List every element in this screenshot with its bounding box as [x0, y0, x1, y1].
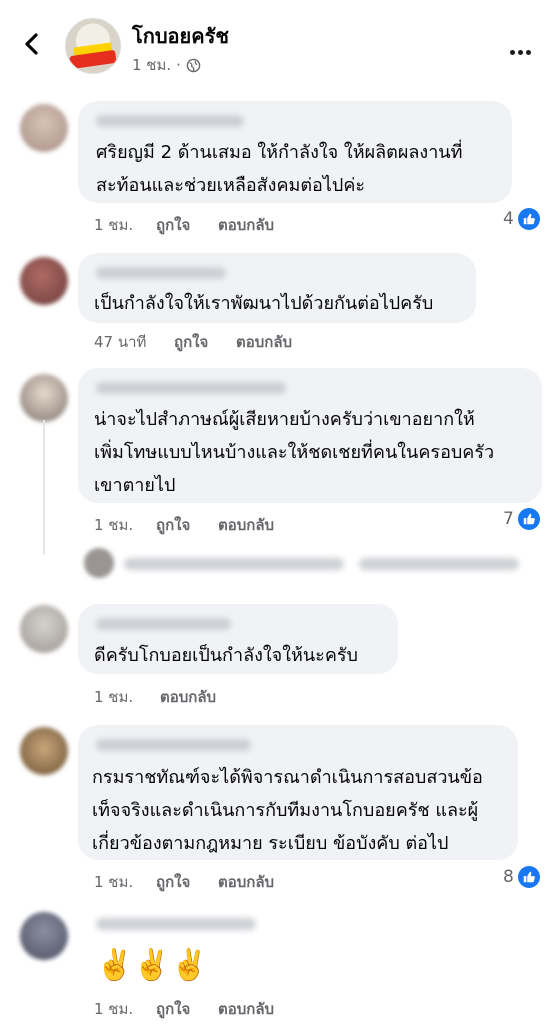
- reply-link[interactable]: ตอบกลับ: [218, 213, 274, 237]
- reply-link[interactable]: ตอบกลับ: [218, 997, 274, 1021]
- like-link[interactable]: ถูกใจ: [156, 870, 218, 894]
- reply-link[interactable]: ตอบกลับ: [218, 870, 274, 894]
- commenter-avatar[interactable]: [20, 374, 68, 422]
- like-link[interactable]: ถูกใจ: [174, 330, 236, 354]
- reply-link[interactable]: ตอบกลับ: [236, 330, 292, 354]
- thumbs-up-icon: [517, 866, 540, 888]
- like-link[interactable]: ถูกใจ: [156, 213, 218, 237]
- post-time[interactable]: 1 ชม.: [132, 53, 171, 77]
- reply-preview-text: [359, 558, 519, 570]
- reaction-count[interactable]: 4: [503, 208, 540, 230]
- dot-icon: [518, 50, 523, 55]
- meta-separator: ·: [176, 56, 181, 74]
- reply-link[interactable]: ตอบกลับ: [160, 685, 216, 709]
- comment-time[interactable]: 1 ชม.: [94, 997, 156, 1021]
- thumbs-up-icon: [517, 508, 540, 530]
- comment-text-line-3: เขาตายไป: [94, 475, 176, 496]
- dot-icon: [526, 50, 531, 55]
- comment-time[interactable]: 1 ชม.: [94, 513, 156, 537]
- commenter-avatar[interactable]: [20, 727, 68, 775]
- more-options-button[interactable]: [510, 40, 538, 55]
- post-header: โกบอยครัช 1 ชม. ·: [0, 0, 558, 88]
- comment-time[interactable]: 47 นาที: [94, 330, 174, 354]
- commenter-name[interactable]: [96, 382, 286, 394]
- reply-thread-line: [43, 420, 45, 555]
- like-link[interactable]: ถูกใจ: [156, 513, 218, 537]
- reply-link[interactable]: ตอบกลับ: [218, 513, 274, 537]
- comment-actions: 1 ชม. ตอบกลับ: [94, 685, 216, 709]
- dot-icon: [510, 50, 515, 55]
- reaction-number: 8: [503, 867, 514, 887]
- reaction-count[interactable]: 8: [503, 866, 540, 888]
- commenter-avatar[interactable]: [20, 605, 68, 653]
- comment-text-line-1: เป็นกำลังใจให้เราพัฒนาไปด้วยกันต่อไปครับ: [94, 293, 434, 314]
- reply-avatar: [84, 548, 114, 578]
- comment-actions: 1 ชม. ถูกใจ ตอบกลับ: [94, 213, 274, 237]
- commenter-avatar[interactable]: [20, 257, 68, 305]
- page-avatar[interactable]: [65, 18, 121, 74]
- comment-text-line-1: น่าจะไปสำภาษณ์ผู้เสียหายบ้างครับว่าเขาอย…: [94, 409, 475, 430]
- comment-text-line-1: ศริยญมี 2 ด้านเสมอ ให้กำลังใจ ให้ผลิตผลง…: [96, 142, 463, 163]
- globe-icon: [186, 58, 201, 72]
- comment-time[interactable]: 1 ชม.: [94, 213, 156, 237]
- thumbs-up-icon: [517, 208, 540, 230]
- commenter-avatar[interactable]: [20, 104, 68, 152]
- back-icon[interactable]: [18, 30, 46, 58]
- comment-text-line-1: กรมราชทัณฑ์จะได้พิจารณาดำเนินการสอบสวนข้…: [92, 767, 483, 788]
- like-link[interactable]: ถูกใจ: [156, 997, 218, 1021]
- commenter-name[interactable]: [96, 618, 231, 630]
- commenter-name[interactable]: [96, 739, 251, 751]
- page-name[interactable]: โกบอยครัช: [132, 20, 229, 52]
- commenter-name[interactable]: [96, 918, 256, 930]
- comment-actions: 1 ชม. ถูกใจ ตอบกลับ: [94, 997, 274, 1021]
- comment-text-line-3: เกี่ยวข้องตามกฎหมาย ระเบียบ ข้อบังคับ ต่…: [92, 833, 449, 854]
- comment-actions: 47 นาที ถูกใจ ตอบกลับ: [94, 330, 292, 354]
- reaction-number: 4: [503, 209, 514, 229]
- reaction-count[interactable]: 7: [503, 508, 540, 530]
- comment-time[interactable]: 1 ชม.: [94, 685, 160, 709]
- comment-text-line-2: สะท้อนและช่วยเหลือสังคมต่อไปค่ะ: [96, 175, 366, 196]
- reaction-number: 7: [503, 509, 514, 529]
- comment-actions: 1 ชม. ถูกใจ ตอบกลับ: [94, 513, 274, 537]
- comment-actions: 1 ชม. ถูกใจ ตอบกลับ: [94, 870, 274, 894]
- commenter-name[interactable]: [96, 267, 226, 279]
- commenter-name[interactable]: [96, 115, 244, 127]
- comment-text-line-1: ดีครับโกบอยเป็นกำลังใจให้นะครับ: [94, 645, 358, 666]
- emoji-comment: ✌️✌️✌️: [96, 948, 209, 983]
- post-meta: 1 ชม. ·: [132, 53, 201, 77]
- comment-text-line-2: เพิ่มโทษแบบไหนบ้างและให้ชดเชยที่คนในครอบ…: [94, 442, 495, 463]
- commenter-avatar[interactable]: [20, 912, 68, 960]
- comment-time[interactable]: 1 ชม.: [94, 870, 156, 894]
- reply-preview: [124, 558, 344, 570]
- comment-text-line-2: เท็จจริงและดำเนินการกับทีมงานโกบอยครัช แ…: [92, 800, 479, 821]
- collapsed-reply-row[interactable]: [84, 548, 524, 580]
